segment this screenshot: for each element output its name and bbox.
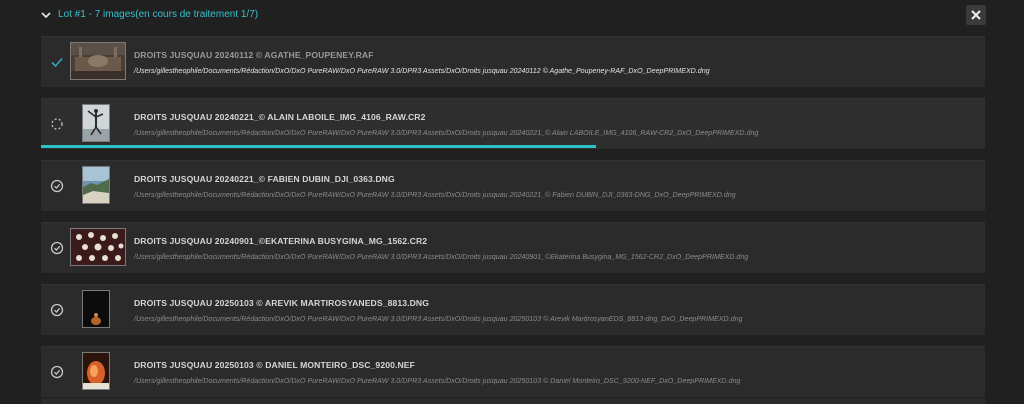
item-title: DROITS JUSQUAU 20250103 © AREVIK MARTIRO…	[134, 298, 429, 308]
item-title: DROITS JUSQUAU 20250103 © DANIEL MONTEIR…	[134, 360, 415, 370]
clock-icon	[50, 179, 64, 193]
item-progress-bar	[41, 145, 985, 148]
chevron-down-icon[interactable]	[40, 9, 52, 21]
clock-icon	[50, 303, 64, 317]
image-thumbnail	[70, 42, 126, 80]
processing-window: Lot #1 - 7 images(en cours de traitement…	[0, 0, 1024, 404]
image-thumbnail	[82, 290, 110, 328]
item-path: /Users/gillestheophile/Documents/Rédacti…	[134, 377, 741, 385]
list-item[interactable]: DROITS JUSQUAU 20240112 © AGATHE_POUPENE…	[41, 36, 985, 87]
list-item[interactable]: DROITS JUSQUAU 20240221_© ALAIN LABOILE_…	[41, 98, 985, 149]
check-icon	[51, 57, 63, 68]
item-title: DROITS JUSQUAU 20240112 © AGATHE_POUPENE…	[134, 50, 374, 60]
spinner-icon	[51, 118, 63, 130]
item-path: /Users/gillestheophile/Documents/Rédacti…	[134, 253, 749, 261]
next-item-edge	[41, 398, 985, 404]
image-thumbnail	[82, 104, 110, 142]
image-thumbnail	[82, 166, 110, 204]
clock-icon	[50, 365, 64, 379]
close-icon	[971, 10, 981, 20]
list-item[interactable]: DROITS JUSQUAU 20240901_©EKATERINA BUSYG…	[41, 222, 985, 273]
image-thumbnail	[70, 228, 126, 266]
item-path: /Users/gillestheophile/Documents/Rédacti…	[134, 191, 736, 199]
list-item[interactable]: DROITS JUSQUAU 20240221_© FABIEN DUBIN_D…	[41, 160, 985, 211]
item-path: /Users/gillestheophile/Documents/Rédacti…	[134, 315, 743, 323]
image-thumbnail	[82, 352, 110, 390]
item-title: DROITS JUSQUAU 20240221_© ALAIN LABOILE_…	[134, 112, 426, 122]
batch-header: Lot #1 - 7 images(en cours de traitement…	[0, 0, 1024, 32]
item-title: DROITS JUSQUAU 20240221_© FABIEN DUBIN_D…	[134, 174, 395, 184]
clock-icon	[50, 241, 64, 255]
batch-title: Lot #1 - 7 images(en cours de traitement…	[58, 9, 259, 20]
progress-fill	[41, 145, 597, 148]
list-item[interactable]: DROITS JUSQUAU 20250103 © DANIEL MONTEIR…	[41, 346, 985, 397]
item-title: DROITS JUSQUAU 20240901_©EKATERINA BUSYG…	[134, 236, 428, 246]
item-path: /Users/gillestheophile/Documents/Rédacti…	[134, 129, 759, 137]
close-button[interactable]	[966, 5, 986, 25]
item-path: /Users/gillestheophile/Documents/Rédacti…	[134, 67, 710, 75]
list-item[interactable]: DROITS JUSQUAU 20250103 © AREVIK MARTIRO…	[41, 284, 985, 335]
